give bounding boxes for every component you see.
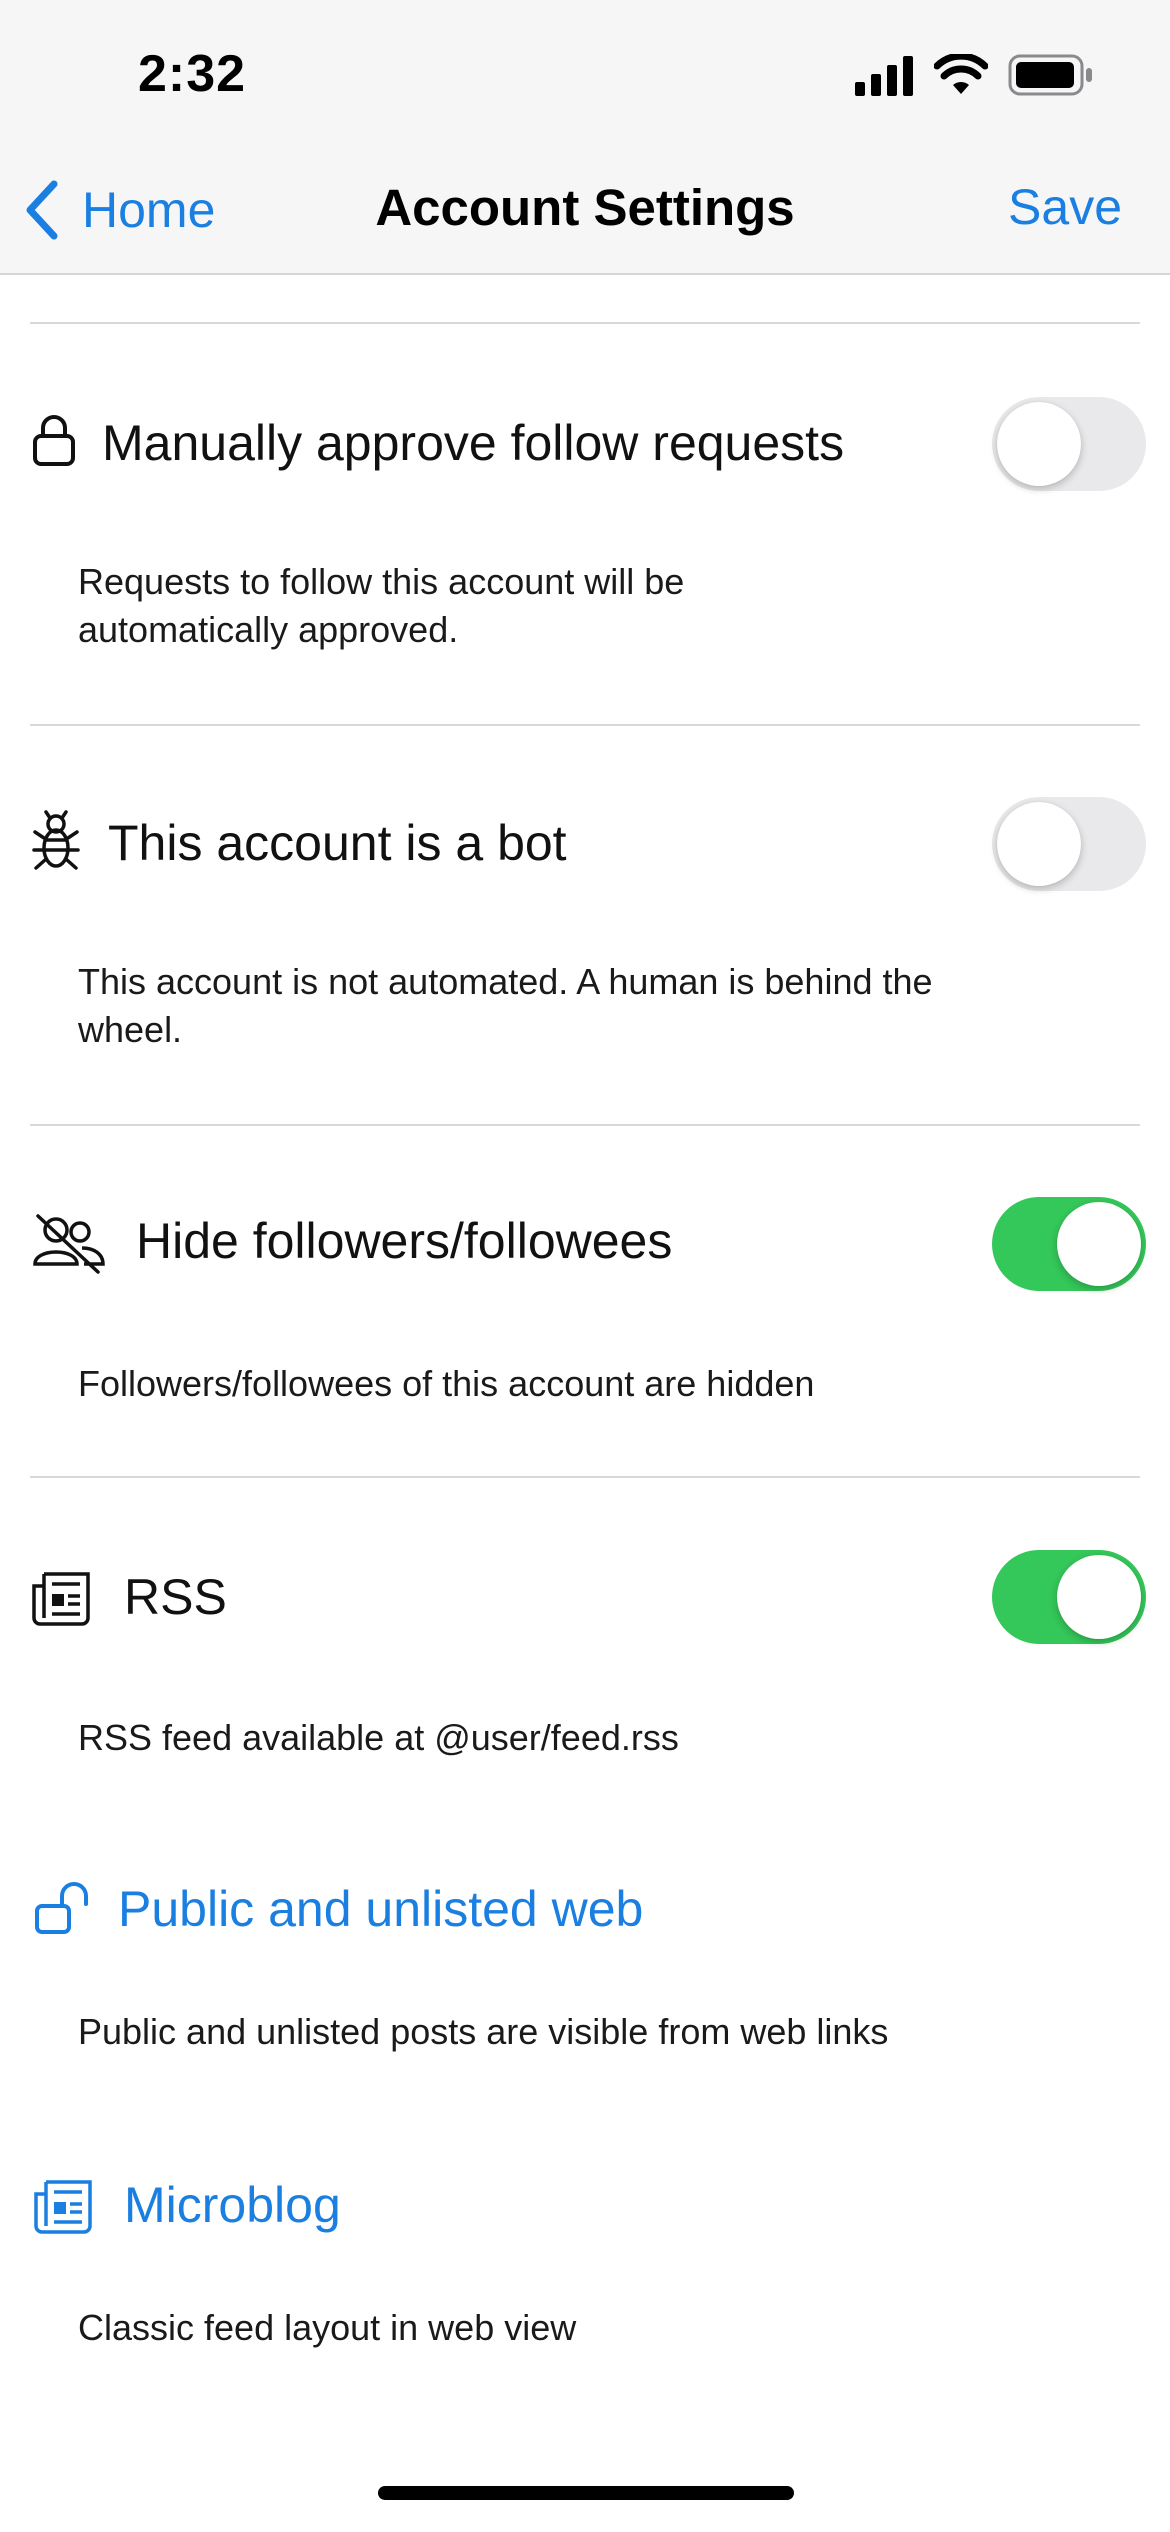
top-bar: 2:32 Home Account Settings Save [0,0,1170,275]
newspaper-icon [32,1572,90,1626]
toggle-rss[interactable] [992,1550,1146,1644]
setting-description-bot: This account is not automated. A human i… [78,961,933,1050]
lock-icon [33,415,75,466]
toggle-knob [997,802,1081,886]
newspaper-icon[interactable] [34,2178,94,2234]
battery-icon [1008,54,1092,96]
setting-description-rss: RSS feed available at @user/feed.rss [78,1717,679,1758]
home-indicator[interactable] [378,2486,794,2500]
divider [30,1124,1140,1126]
hidden-users-icon [33,1214,105,1274]
setting-title-approve-follow: Manually approve follow requests [102,415,845,471]
status-time: 2:32 [138,45,247,103]
divider [30,724,1140,726]
save-button[interactable]: Save [1008,178,1122,236]
setting-description-hide-followers: Followers/followees of this account are … [78,1363,815,1404]
toggle-hide-followers[interactable] [992,1197,1146,1291]
divider [30,322,1140,324]
bug-icon [32,810,80,870]
page-title: Account Settings [375,179,795,236]
setting-description-approve-follow: Requests to follow this account will be … [78,561,685,650]
toggle-bot[interactable] [992,797,1146,891]
link-description-public-unlisted-web: Public and unlisted posts are visible fr… [78,2011,889,2052]
toggle-knob [1057,1555,1141,1639]
setting-title-bot: This account is a bot [108,815,567,871]
setting-title-rss: RSS [124,1569,227,1625]
unlock-icon[interactable] [34,1880,90,1936]
link-microblog[interactable]: Microblog [124,2176,341,2234]
divider [30,1476,1140,1478]
link-public-unlisted-web[interactable]: Public and unlisted web [118,1880,643,1938]
toggle-knob [1057,1202,1141,1286]
toggle-knob [997,402,1081,486]
setting-title-hide-followers: Hide followers/followees [136,1213,673,1269]
wifi-icon [934,54,988,94]
toggle-approve-follow[interactable] [992,397,1146,491]
link-description-microblog: Classic feed layout in web view [78,2307,577,2348]
cellular-signal-icon [855,56,913,96]
